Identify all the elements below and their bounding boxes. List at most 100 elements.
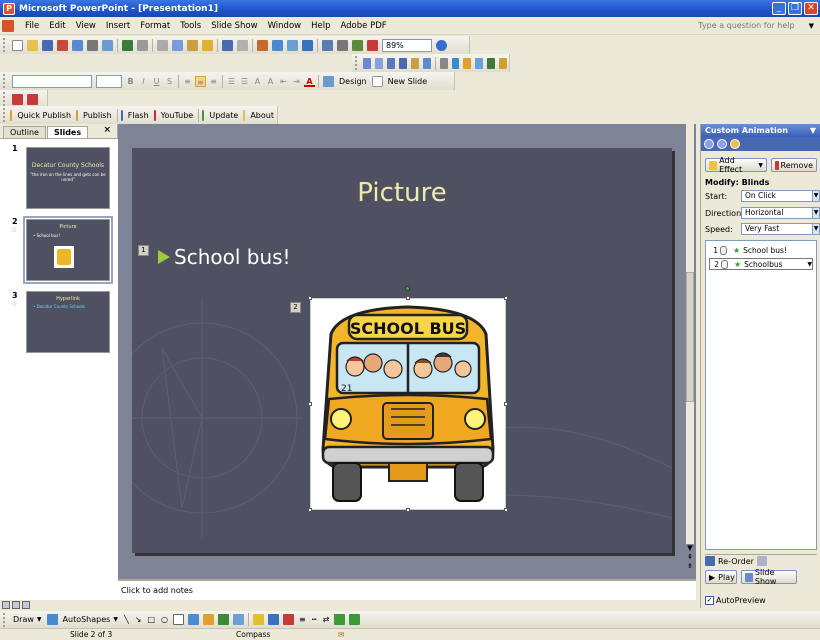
align-icon[interactable] xyxy=(451,57,460,69)
minimize-button[interactable]: _ xyxy=(772,2,786,15)
animation-tag-2[interactable]: 2 xyxy=(290,302,301,313)
underline-button[interactable]: U xyxy=(151,76,162,87)
resize-handle[interactable] xyxy=(406,296,410,300)
menu-tools[interactable]: Tools xyxy=(175,21,206,31)
menu-insert[interactable]: Insert xyxy=(101,21,135,31)
font-name-select[interactable] xyxy=(12,74,92,88)
line-style-icon[interactable]: ≡ xyxy=(296,615,309,624)
email-icon[interactable] xyxy=(72,39,83,51)
previous-slide-icon[interactable]: ⇞ xyxy=(685,553,695,562)
numbering-button[interactable]: ☰ xyxy=(226,76,237,87)
collapse-icon[interactable] xyxy=(439,57,448,69)
flash-button[interactable]: Flash xyxy=(125,111,152,120)
move-up-icon[interactable] xyxy=(422,57,431,69)
resize-handle[interactable] xyxy=(308,508,312,512)
menu-format[interactable]: Format xyxy=(135,21,175,31)
help-search-box[interactable]: Type a question for help xyxy=(698,21,794,30)
select-objects-icon[interactable] xyxy=(46,614,58,625)
publish-button[interactable]: Publish xyxy=(80,111,115,120)
summary-slide-icon[interactable] xyxy=(411,57,419,69)
restore-button[interactable]: ❐ xyxy=(788,2,802,15)
about-button[interactable]: About xyxy=(247,111,277,120)
menu-edit[interactable]: Edit xyxy=(44,21,70,31)
decrease-indent-button[interactable]: ⇤ xyxy=(278,76,289,87)
help-icon[interactable] xyxy=(436,39,447,51)
move-down-icon[interactable] xyxy=(756,556,767,566)
3d-style-icon[interactable] xyxy=(349,614,361,625)
powerpoint-icon[interactable]: P xyxy=(3,2,15,15)
tables-borders-icon[interactable] xyxy=(287,39,298,51)
grid-icon[interactable] xyxy=(352,39,363,51)
menu-help[interactable]: Help xyxy=(306,21,335,31)
animation-item[interactable]: 2 ★ Schoolbus ▼ xyxy=(709,258,813,270)
direction-select[interactable]: Horizontal ▼ xyxy=(741,207,820,219)
color-grayscale-icon[interactable] xyxy=(367,39,378,51)
show-hide-icon[interactable] xyxy=(399,57,408,69)
youtube-button[interactable]: YouTube xyxy=(158,111,197,120)
oval-icon[interactable]: ○ xyxy=(158,615,171,624)
textbox-icon[interactable] xyxy=(173,614,185,625)
autopreview-checkbox[interactable]: ✓ xyxy=(705,596,714,605)
menu-slide-show[interactable]: Slide Show xyxy=(206,21,262,31)
shadow-style-icon[interactable] xyxy=(334,614,346,625)
add-effect-button[interactable]: Add Effect ▼ xyxy=(705,156,767,174)
update-button[interactable]: Update xyxy=(206,111,241,120)
font-color-button[interactable]: A xyxy=(304,76,315,87)
permission-icon[interactable] xyxy=(57,39,68,51)
slide-transition-icon[interactable] xyxy=(475,57,484,69)
rectangle-icon[interactable]: □ xyxy=(144,615,158,624)
diagram-icon[interactable] xyxy=(203,614,215,625)
open-icon[interactable] xyxy=(27,39,38,51)
autopreview-row[interactable]: ✓ AutoPreview xyxy=(705,596,766,605)
bullet-textbox[interactable]: School bus! xyxy=(158,245,291,269)
chevron-down-icon[interactable]: ▼ xyxy=(812,223,820,235)
resize-handle[interactable] xyxy=(308,296,312,300)
current-slide[interactable]: Picture 1 School bus! 2 SCHOOL BUS 21 xyxy=(132,148,672,553)
acrobat-review-icon[interactable] xyxy=(27,93,38,105)
format-painter-icon[interactable] xyxy=(202,39,213,51)
tab-slides[interactable]: Slides xyxy=(46,126,89,138)
quick-publish-button[interactable]: Quick Publish xyxy=(14,111,74,120)
line-icon[interactable]: ╲ xyxy=(121,615,132,624)
slide-show-view-icon[interactable] xyxy=(22,601,30,609)
menu-window[interactable]: Window xyxy=(263,21,307,31)
resize-handle[interactable] xyxy=(308,402,312,406)
design-button[interactable]: Design xyxy=(336,77,370,86)
resize-handle[interactable] xyxy=(504,508,508,512)
help-dropdown-icon[interactable]: ▼ xyxy=(809,22,814,30)
tab-outline[interactable]: Outline xyxy=(3,126,46,138)
animation-tag-1[interactable]: 1 xyxy=(138,245,149,256)
school-bus-picture[interactable]: SCHOOL BUS 21 xyxy=(310,298,506,510)
align-center-button[interactable]: ≡ xyxy=(195,75,206,87)
outline-icon[interactable] xyxy=(387,57,396,69)
menu-view[interactable]: View xyxy=(71,21,101,31)
speed-select[interactable]: Very Fast ▼ xyxy=(741,223,820,235)
scroll-down-icon[interactable]: ▼ xyxy=(685,544,695,553)
zoom-select[interactable]: 89% xyxy=(382,38,432,52)
forward-icon[interactable] xyxy=(717,139,727,149)
toolbar-grip[interactable] xyxy=(3,38,7,52)
bullets-button[interactable]: ☰ xyxy=(239,76,250,87)
new-slide-button[interactable]: New Slide xyxy=(385,77,431,86)
normal-view-icon[interactable] xyxy=(2,601,10,609)
next-slide-icon[interactable]: ⇟ xyxy=(685,562,695,571)
shadow-button[interactable]: S xyxy=(164,76,175,87)
slide-sorter-icon[interactable] xyxy=(12,601,20,609)
hyperlink-icon[interactable] xyxy=(302,39,313,51)
play-button[interactable]: ▶ Play xyxy=(705,570,737,584)
picture-icon[interactable] xyxy=(233,614,245,625)
vertical-scrollbar[interactable] xyxy=(686,124,694,544)
italic-button[interactable]: I xyxy=(138,76,149,87)
decrease-font-button[interactable]: A xyxy=(265,76,276,87)
undo-icon[interactable] xyxy=(222,39,233,51)
insert-chart-icon[interactable] xyxy=(257,39,268,51)
home-icon[interactable] xyxy=(730,139,740,149)
show-formatting-icon[interactable] xyxy=(337,39,348,51)
slide-layout-icon[interactable] xyxy=(363,57,372,69)
pencil-icon[interactable] xyxy=(499,57,508,69)
redo-icon[interactable] xyxy=(237,39,248,51)
document-icon[interactable] xyxy=(2,19,14,32)
font-color-icon[interactable] xyxy=(283,614,295,625)
menu-adobe-pdf[interactable]: Adobe PDF xyxy=(335,21,391,31)
slide-title[interactable]: Picture xyxy=(132,178,672,208)
